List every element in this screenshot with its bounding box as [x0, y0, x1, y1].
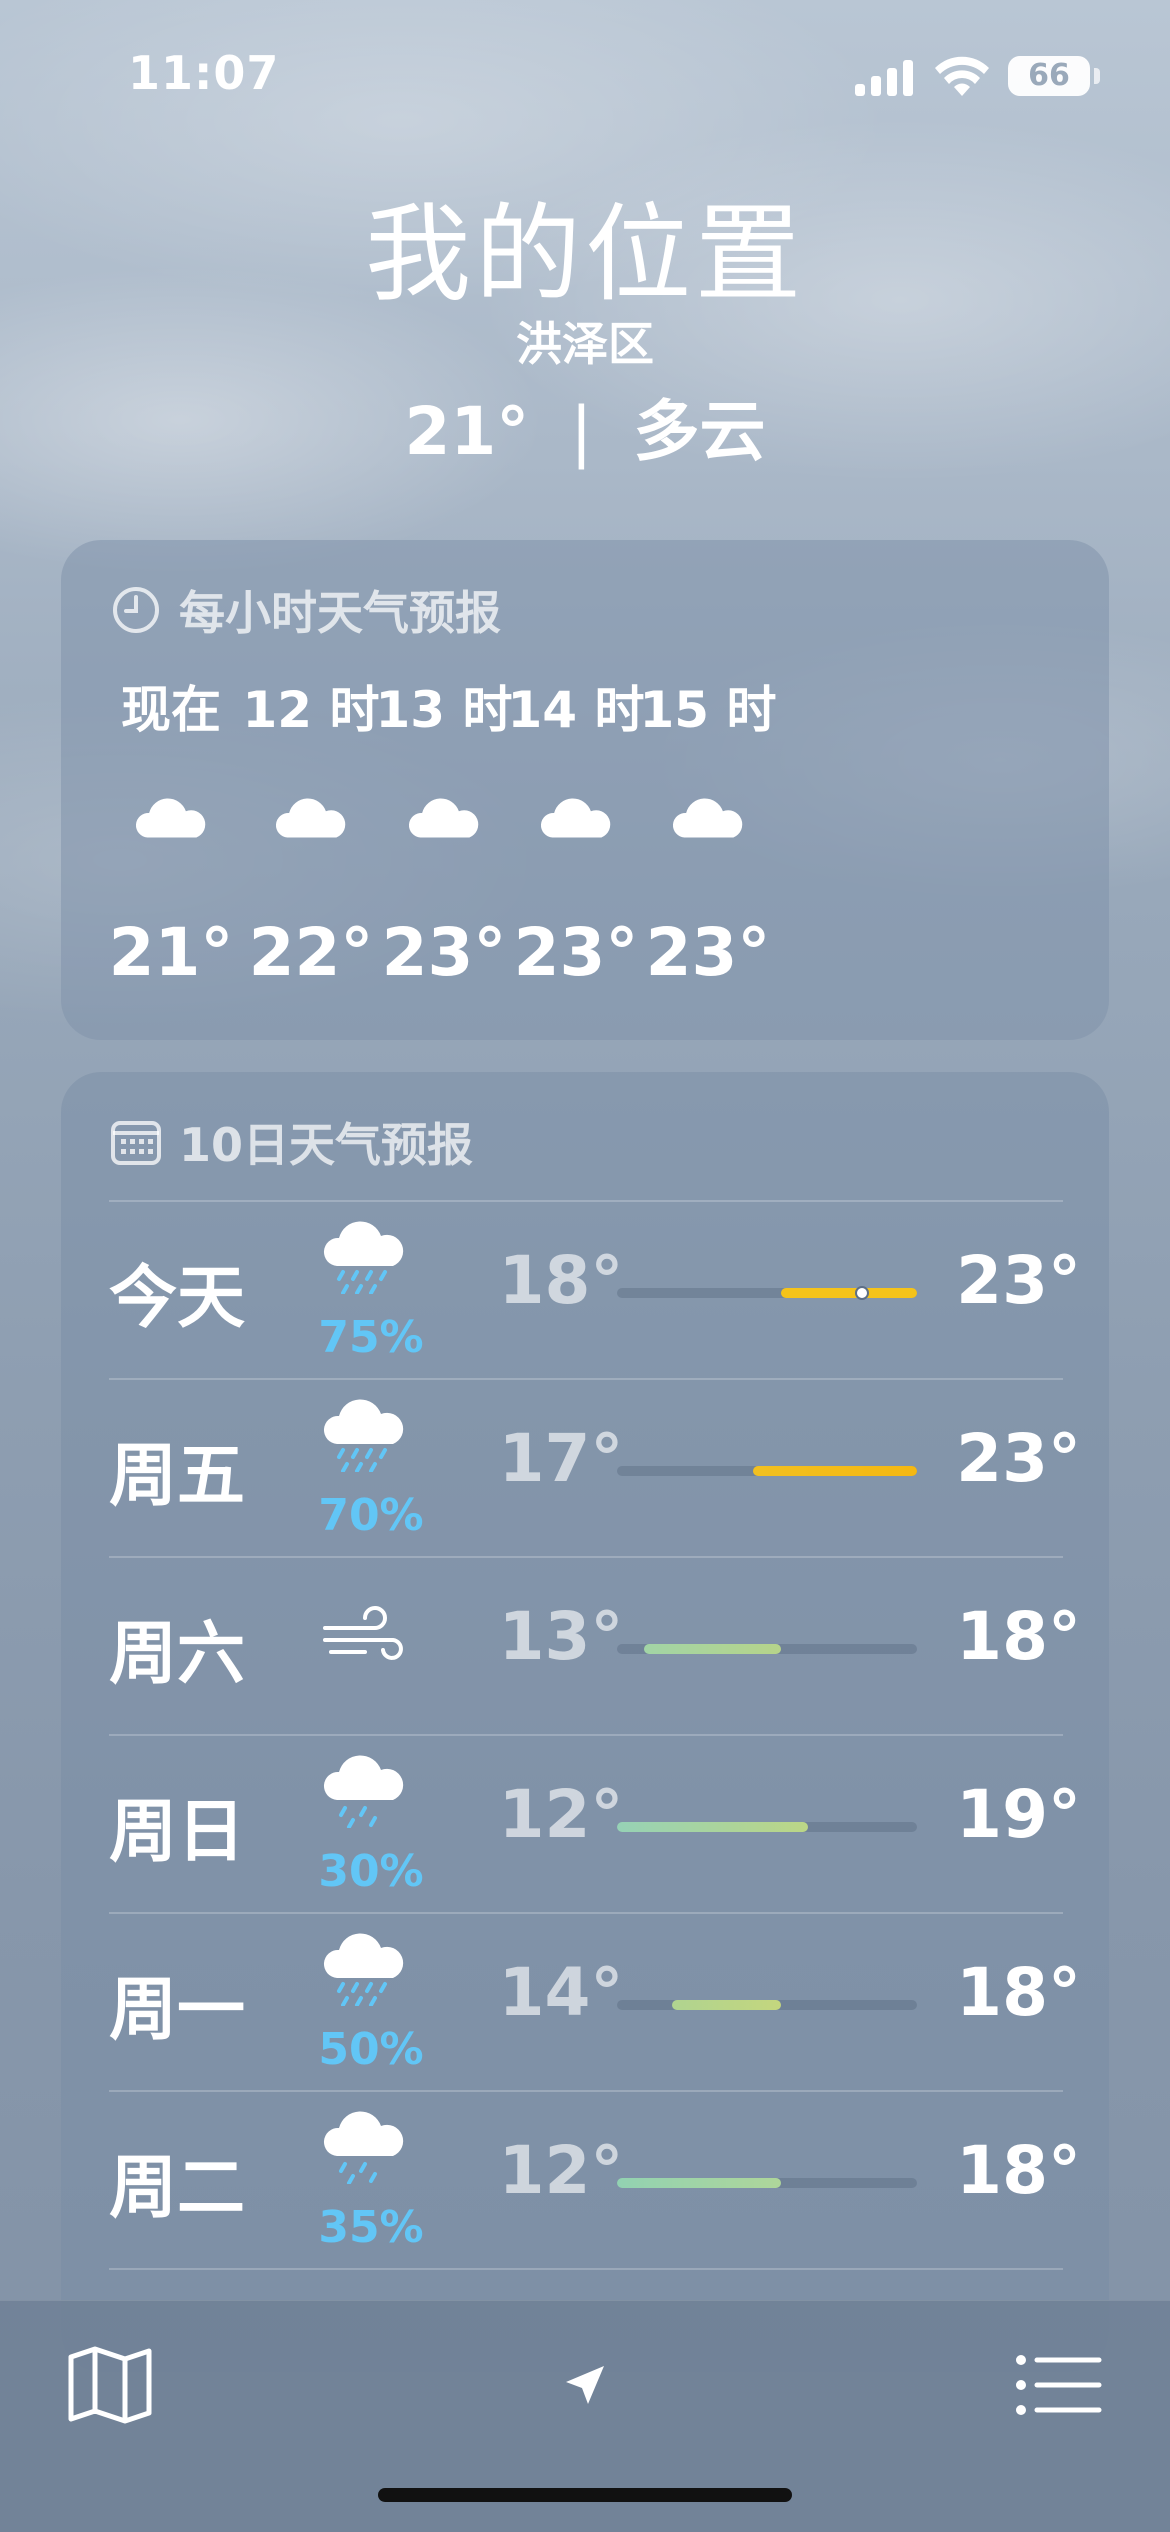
high-temp: 18°	[956, 1598, 1081, 1675]
current-condition: 多云	[633, 393, 766, 470]
cloud-drizzle-icon	[319, 1748, 423, 1848]
map-icon	[68, 2346, 152, 2424]
daily-forecast-card: 10日天气预报 今天 75% 18° 23° 周五 70% 17° 23° 周六 13° 18° 周日…	[61, 1072, 1109, 2372]
cloud-rain-icon	[319, 1392, 423, 1492]
hourly-title: 每小时天气预报	[179, 586, 501, 640]
daily-row[interactable]: 周日 30% 12° 19°	[61, 1736, 1109, 1914]
temp-range-bar	[617, 1644, 917, 1654]
temp-range-fill	[617, 1822, 808, 1832]
high-temp: 23°	[956, 1242, 1081, 1319]
location-list-button[interactable]	[998, 2325, 1118, 2445]
daily-row[interactable]: 今天 75% 18° 23°	[61, 1202, 1109, 1380]
temp-range-fill	[617, 2178, 781, 2188]
current-temp: 21°	[404, 393, 530, 470]
list-icon	[1016, 2355, 1102, 2415]
precip-chance: 50%	[318, 2024, 424, 2075]
temp-range-bar	[617, 1286, 917, 1300]
low-temp: 12°	[498, 2132, 624, 2209]
low-temp: 14°	[498, 1954, 624, 2031]
cloud-drizzle-icon	[319, 2104, 423, 2204]
precip-chance: 35%	[318, 2202, 424, 2253]
hourly-item: 15 时 23°	[618, 670, 798, 991]
cloud-rain-icon	[319, 1926, 423, 2026]
map-button[interactable]	[50, 2325, 170, 2445]
temp-range-bar	[617, 2178, 917, 2188]
hourly-header: 每小时天气预报	[111, 580, 501, 640]
temp-range-fill	[753, 1466, 917, 1476]
condition-separator: |	[570, 393, 593, 470]
status-bar: 11:07 66	[0, 0, 1170, 150]
precip-chance: 70%	[318, 1490, 424, 1541]
status-time: 11:07	[128, 46, 280, 100]
battery-indicator: 66	[1008, 56, 1090, 96]
low-temp: 13°	[498, 1598, 624, 1675]
cloud-rain-icon	[319, 1214, 423, 1314]
cellular-signal-icon	[855, 58, 915, 96]
day-name: 周五	[109, 1437, 246, 1516]
daily-row[interactable]: 周六 13° 18°	[61, 1558, 1109, 1736]
high-temp: 23°	[956, 1420, 1081, 1497]
precip-chance: 30%	[318, 1846, 424, 1897]
clock-icon	[113, 587, 159, 633]
daily-row[interactable]: 周二 35% 12° 18°	[61, 2092, 1109, 2270]
day-name: 周六	[109, 1615, 246, 1694]
daily-row[interactable]: 周五 70% 17° 23°	[61, 1380, 1109, 1558]
low-temp: 12°	[498, 1776, 624, 1853]
wifi-icon	[935, 56, 989, 96]
day-name: 周日	[109, 1793, 246, 1872]
row-divider	[109, 2268, 1063, 2270]
daily-header: 10日天气预报	[111, 1112, 473, 1172]
location-arrow-icon	[566, 2366, 604, 2404]
wind-icon	[319, 1598, 423, 1698]
battery-tip	[1094, 68, 1100, 84]
day-name: 今天	[109, 1259, 246, 1338]
high-temp: 18°	[956, 1954, 1081, 2031]
day-name: 周一	[109, 1971, 246, 2050]
cloud-icon	[618, 792, 798, 862]
hourly-temp: 23°	[645, 914, 771, 991]
daily-title: 10日天气预报	[179, 1118, 474, 1172]
high-temp: 18°	[956, 2132, 1081, 2209]
day-name: 周二	[109, 2149, 246, 2228]
temp-range-fill	[644, 1644, 781, 1654]
temp-range-fill	[671, 2000, 781, 2010]
temp-range-bar	[617, 1822, 917, 1832]
precip-chance: 75%	[318, 1312, 424, 1363]
location-title: 我的位置	[365, 193, 805, 316]
temp-range-fill	[780, 1288, 917, 1298]
current-conditions: 21° | 多云	[0, 378, 1170, 474]
low-temp: 18°	[498, 1242, 624, 1319]
temp-range-bar	[617, 1466, 917, 1476]
calendar-icon	[111, 1121, 161, 1165]
daily-row[interactable]: 周一 50% 14° 18°	[61, 1914, 1109, 2092]
temp-range-bar	[617, 2000, 917, 2010]
low-temp: 17°	[498, 1420, 624, 1497]
hourly-time: 15 时	[639, 681, 777, 739]
hourly-forecast-card[interactable]: 每小时天气预报 现在 21° 12 时 22° 13 时 23° 14 时 23° 15 时 23…	[61, 540, 1109, 1040]
current-location-button[interactable]	[525, 2325, 645, 2445]
home-indicator	[378, 2488, 792, 2502]
location-subtitle: 洪泽区	[516, 317, 654, 371]
high-temp: 19°	[956, 1776, 1081, 1853]
